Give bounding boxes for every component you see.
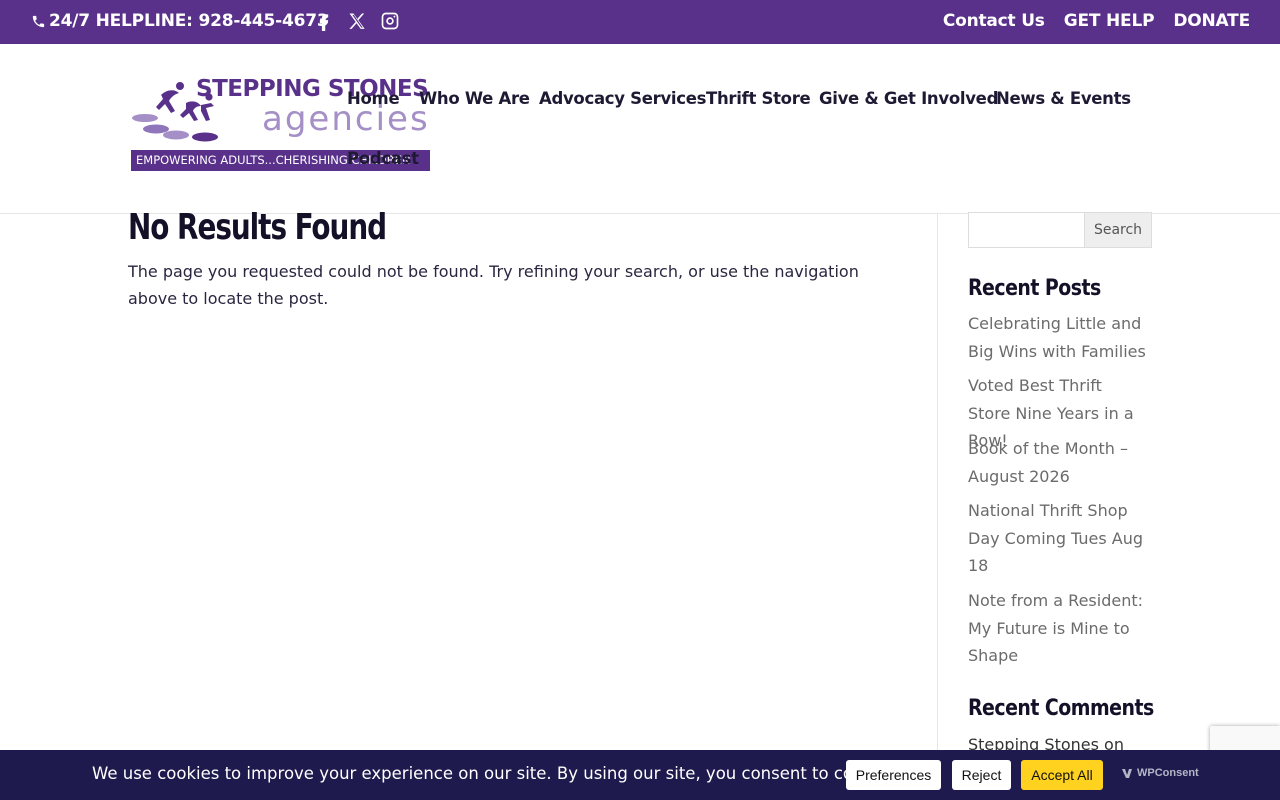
instagram-icon[interactable] — [380, 11, 400, 32]
search-button[interactable]: Search — [1084, 212, 1152, 248]
helpline-text: 24/7 HELPLINE: 928-445-4673 — [49, 11, 329, 31]
recent-post-link[interactable]: Celebrating Little and Big Wins with Fam… — [968, 310, 1148, 365]
cookie-accept-button[interactable]: Accept All — [1021, 760, 1103, 790]
page-title: No Results Found — [128, 207, 387, 248]
page-message: The page you requested could not be foun… — [128, 262, 859, 308]
nav-who-we-are[interactable]: Who We Are — [419, 89, 530, 108]
recent-post-link[interactable]: Book of the Month – August 2026 — [968, 435, 1148, 490]
helpline[interactable]: 24/7 HELPLINE: 928-445-4673 — [31, 11, 329, 31]
donate-link[interactable]: DONATE — [1173, 11, 1250, 31]
site-header: STEPPING STONES agencies EMPOWERING ADUL… — [0, 44, 1280, 214]
cookie-preferences-button[interactable]: Preferences — [846, 760, 941, 790]
recent-comments-title: Recent Comments — [968, 696, 1154, 721]
nav-advocacy-services[interactable]: Advocacy Services — [539, 89, 706, 108]
recent-post-link[interactable]: Note from a Resident: My Future is Mine … — [968, 587, 1148, 670]
search-input[interactable] — [968, 212, 1085, 248]
top-bar: 24/7 HELPLINE: 928-445-4673 Contact Us G… — [0, 0, 1280, 44]
wpconsent-text: WPConsent — [1137, 767, 1199, 779]
nav-podcast[interactable]: Podcast — [347, 149, 419, 168]
nav-give-get-involved[interactable]: Give & Get Involved — [819, 89, 998, 108]
cookie-banner: We use cookies to improve your experienc… — [0, 750, 1280, 800]
recent-posts-title: Recent Posts — [968, 276, 1101, 301]
facebook-icon[interactable] — [314, 11, 334, 32]
sidebar-divider — [937, 214, 938, 800]
contact-us-link[interactable]: Contact Us — [943, 11, 1045, 31]
cookie-reject-button[interactable]: Reject — [952, 760, 1011, 790]
logo-subtitle: agencies — [262, 99, 430, 139]
top-links: Contact Us GET HELP DONATE — [943, 11, 1250, 31]
wpconsent-brand[interactable]: WPConsent — [1121, 767, 1199, 779]
nav-news-events[interactable]: News & Events — [996, 89, 1131, 108]
recent-post-link[interactable]: National Thrift Shop Day Coming Tues Aug… — [968, 497, 1148, 580]
x-icon[interactable] — [347, 11, 367, 32]
wpconsent-logo-icon — [1122, 768, 1132, 778]
nav-home[interactable]: Home — [347, 89, 400, 108]
cookie-message: We use cookies to improve your experienc… — [92, 764, 902, 783]
get-help-link[interactable]: GET HELP — [1064, 11, 1155, 31]
nav-thrift-store[interactable]: Thrift Store — [706, 89, 811, 108]
phone-icon — [32, 15, 45, 27]
